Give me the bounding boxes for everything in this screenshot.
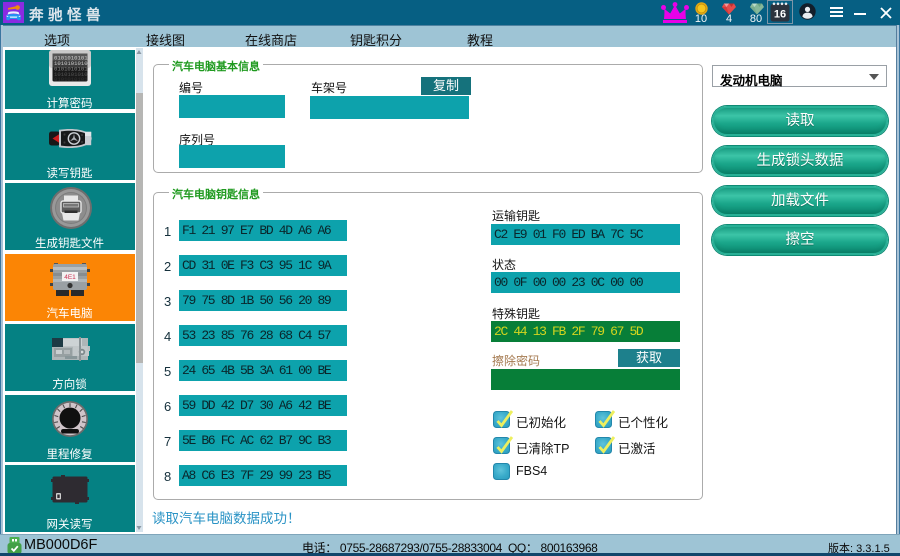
svg-text:0101010101: 0101010101 — [54, 76, 88, 83]
svg-text:4E1: 4E1 — [64, 274, 76, 281]
svg-text:16: 16 — [774, 9, 786, 21]
